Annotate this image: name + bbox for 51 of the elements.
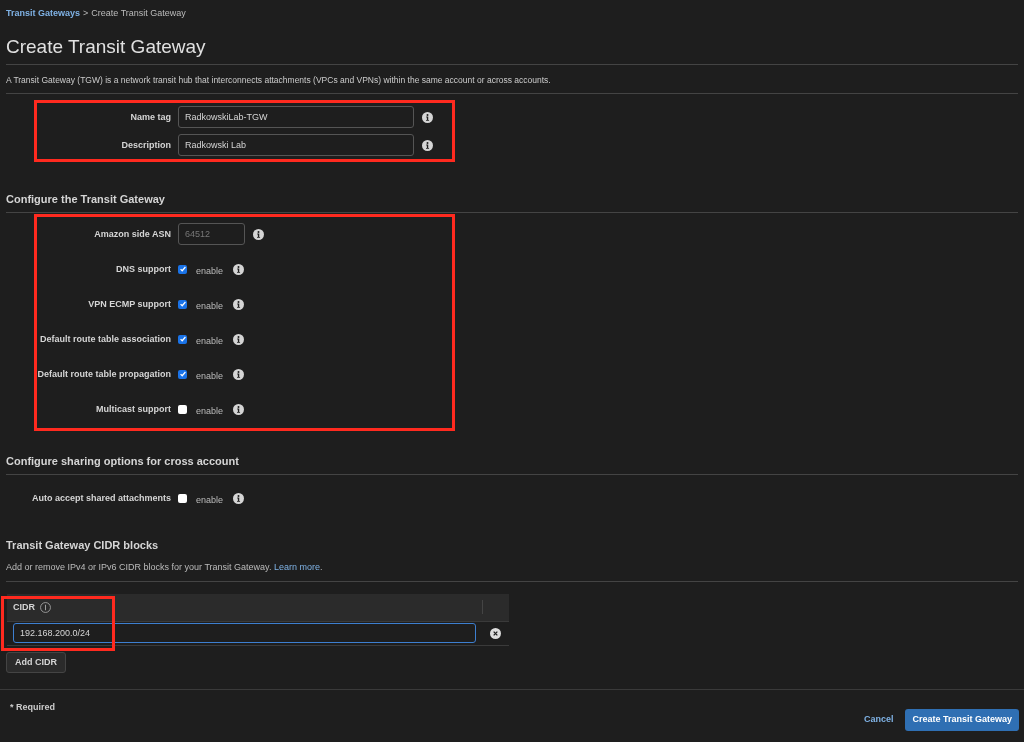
page-description: A Transit Gateway (TGW) is a network transit hub that interconnects attachments (VPCs and VPNs) within the same account or across accounts. [6,74,552,87]
section-description: Add or remove IPv4 or IPv6 CIDR blocks for your Transit Gateway. Learn more. [6,561,324,575]
checkbox[interactable] [178,404,187,414]
field-label: Default route table association [38,332,172,346]
checkbox[interactable] [178,334,187,344]
section-heading: Transit Gateway CIDR blocks [6,537,160,553]
field-label: Default route table propagation [37,367,172,381]
add-cidr-button[interactable]: Add CIDR [6,651,66,673]
create-button[interactable]: Create Transit Gateway [905,708,1019,731]
info-icon[interactable] [233,263,245,275]
checkbox[interactable] [178,299,187,309]
text-field[interactable]: RadkowskiLab-TGW [178,106,414,129]
breadcrumb-link[interactable]: Transit Gateways [6,7,81,21]
info-icon[interactable] [233,298,245,310]
checkbox-label: enable [196,369,224,383]
field-label: DNS support [115,262,172,276]
field-label: Description [120,138,172,152]
checkbox-label: enable [196,493,224,507]
info-icon[interactable] [40,601,51,613]
checkbox-label: enable [196,404,224,418]
text-field[interactable]: Radkowski Lab [178,134,414,157]
info-icon[interactable] [233,368,245,380]
section-heading: Configure the Transit Gateway [6,192,165,205]
checkbox[interactable] [178,369,187,379]
field-label: Multicast support [95,402,172,416]
field-label: VPN ECMP support [87,297,172,311]
info-icon[interactable] [233,333,245,345]
breadcrumb-separator: > [83,7,89,20]
field-label: Auto accept shared attachments [30,491,172,505]
field-label: Amazon side ASN [93,227,172,241]
learn-more-link[interactable]: Learn more [273,562,320,573]
info-icon[interactable] [422,139,433,151]
cancel-button[interactable]: Cancel [863,713,894,727]
cidr-field[interactable]: 192.168.200.0/24 [13,623,476,644]
checkbox[interactable] [178,493,187,503]
info-icon[interactable] [233,492,245,504]
remove-icon[interactable] [490,627,501,639]
info-icon[interactable] [422,111,433,123]
checkbox-label: enable [196,334,224,348]
breadcrumb-current: Create Transit Gateway [91,7,186,20]
checkbox[interactable] [178,264,187,274]
checkbox-label: enable [196,264,224,278]
asn-field[interactable]: 64512 [178,223,245,246]
section-heading: Configure sharing options for cross account [6,454,239,467]
checkbox-label: enable [196,299,224,313]
info-icon[interactable] [253,228,264,240]
field-label: Name tag [129,110,172,124]
info-icon[interactable] [233,403,245,415]
column-header: CIDR [13,600,35,614]
required-note: * Required [10,700,55,714]
page-title: Create Transit Gateway [6,34,207,59]
